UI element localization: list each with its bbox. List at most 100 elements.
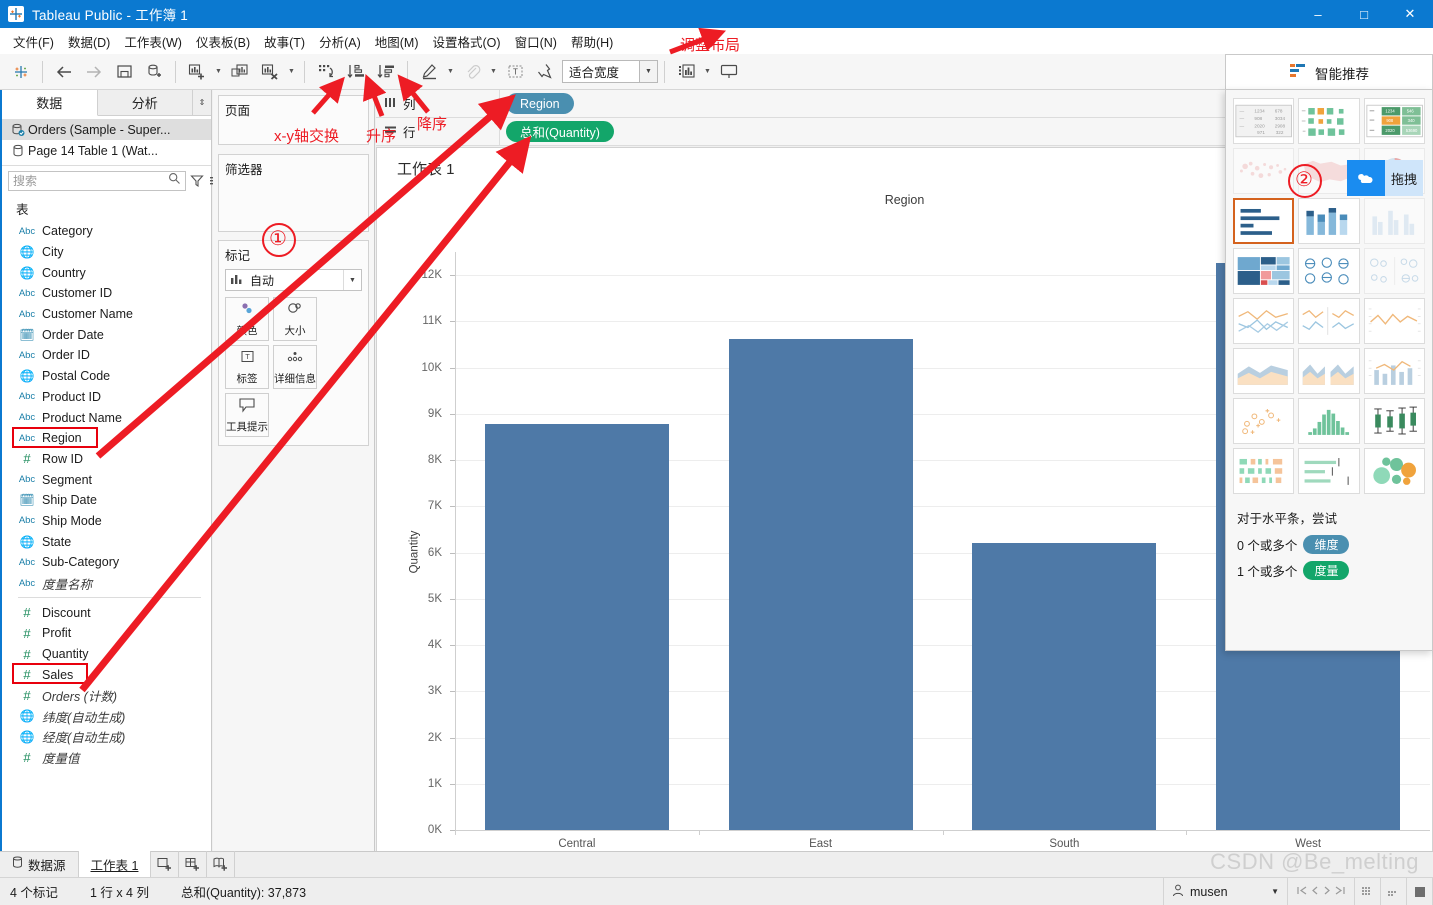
filter-funnel-icon[interactable] [190, 171, 204, 191]
fix-axes-icon[interactable] [530, 57, 560, 87]
show-me-side-by-side-bars[interactable] [1363, 198, 1425, 244]
save-icon[interactable] [109, 57, 139, 87]
sort-ascending-icon[interactable] [341, 57, 371, 87]
field-profit[interactable]: # Profit [2, 623, 211, 644]
marks-color-button[interactable]: 颜色 [225, 297, 269, 341]
menu-analysis[interactable]: 分析(A) [312, 29, 368, 54]
show-me-lines-continuous[interactable] [1233, 298, 1295, 344]
field-order-date[interactable]: 🗓 Order Date [2, 324, 211, 345]
field-longitude[interactable]: 🌐 经度(自动生成) [2, 727, 211, 748]
attach-dropdown-icon[interactable]: ▼ [487, 57, 500, 87]
new-worksheet-dropdown-icon[interactable]: ▼ [212, 57, 225, 87]
filters-drop-zone[interactable] [219, 181, 368, 211]
show-me-text-table[interactable]: — 1234 678 — 908 3034 — 2020 2908 971 322 [1233, 98, 1295, 144]
minimize-button[interactable]: – [1295, 0, 1341, 28]
add-data-source-icon[interactable] [139, 57, 169, 87]
show-cards-icon[interactable] [671, 57, 701, 87]
show-me-treemap[interactable] [1233, 248, 1295, 294]
datasource-orders[interactable]: Orders (Sample - Super... [2, 119, 211, 140]
maximize-button[interactable]: □ [1341, 0, 1387, 28]
field-segment[interactable]: Abc Segment [2, 469, 211, 490]
show-me-bullet-graph[interactable] [1298, 448, 1360, 494]
nav-last-icon[interactable] [1334, 883, 1346, 901]
menu-data[interactable]: 数据(D) [61, 29, 117, 54]
pane-collapse-icon[interactable]: ⇕ [193, 90, 211, 115]
marks-label-button[interactable]: T 标签 [225, 345, 269, 389]
field-region[interactable]: Abc Region [2, 426, 211, 449]
show-me-packed-bubbles[interactable] [1363, 448, 1425, 494]
show-me-stacked-bars[interactable] [1298, 198, 1360, 244]
marks-detail-button[interactable]: 详细信息 [273, 345, 317, 389]
tab-worksheet-1[interactable]: 工作表 1 [78, 851, 152, 877]
menu-story[interactable]: 故事(T) [257, 29, 312, 54]
show-me-dual-lines[interactable] [1363, 298, 1425, 344]
field-country[interactable]: 🌐 Country [2, 262, 211, 283]
resize-grip-icon[interactable] [1407, 877, 1433, 905]
field-measure-names[interactable]: Abc 度量名称 [2, 573, 211, 594]
fit-dropdown-caret-icon[interactable]: ▼ [640, 60, 658, 83]
show-me-heat-map[interactable] [1298, 98, 1360, 144]
status-nav-controls[interactable] [1288, 877, 1355, 905]
close-button[interactable]: ✕ [1387, 0, 1433, 28]
show-me-tab[interactable]: 智能推荐 [1225, 54, 1433, 90]
clear-sheet-dropdown-icon[interactable]: ▼ [285, 57, 298, 87]
new-worksheet-icon[interactable] [182, 57, 212, 87]
menu-map[interactable]: 地图(M) [368, 29, 426, 54]
menu-worksheet[interactable]: 工作表(W) [117, 29, 189, 54]
highlight-icon[interactable] [414, 57, 444, 87]
show-me-gantt[interactable] [1233, 448, 1295, 494]
nav-prev-icon[interactable] [1310, 883, 1320, 901]
field-latitude[interactable]: 🌐 纬度(自动生成) [2, 706, 211, 727]
show-me-symbol-map[interactable] [1233, 148, 1295, 194]
marks-type-dropdown[interactable]: 自动 ▼ [225, 269, 362, 291]
bar-south[interactable] [972, 542, 1157, 830]
highlight-dropdown-icon[interactable]: ▼ [444, 57, 457, 87]
fit-dropdown[interactable]: 适合宽度 [562, 60, 640, 83]
search-input[interactable] [13, 174, 168, 188]
menu-dashboard[interactable]: 仪表板(B) [189, 29, 257, 54]
menu-format[interactable]: 设置格式(O) [426, 29, 508, 54]
pages-drop-zone[interactable] [219, 122, 368, 152]
presentation-mode-icon[interactable] [714, 57, 744, 87]
field-measure-values[interactable]: # 度量值 [2, 747, 211, 768]
bar-east[interactable] [728, 339, 913, 830]
show-cards-dropdown-icon[interactable]: ▼ [701, 57, 714, 87]
field-customer-id[interactable]: Abc Customer ID [2, 283, 211, 304]
swap-axes-icon[interactable] [311, 57, 341, 87]
new-dashboard-button[interactable] [179, 851, 208, 877]
field-state[interactable]: 🌐 State [2, 531, 211, 552]
show-me-scatter-plot[interactable] [1233, 398, 1295, 444]
status-user[interactable]: musen ▼ [1163, 877, 1288, 905]
tableau-home-icon[interactable] [6, 57, 36, 87]
show-me-histogram[interactable] [1298, 398, 1360, 444]
show-me-area-discrete[interactable] [1298, 348, 1360, 394]
menu-help[interactable]: 帮助(H) [564, 29, 620, 54]
field-product-name[interactable]: Abc Product Name [2, 407, 211, 428]
field-ship-mode[interactable]: Abc Ship Mode [2, 511, 211, 532]
tab-analytics[interactable]: 分析 [97, 90, 193, 115]
search-input-wrap[interactable] [8, 171, 186, 191]
show-me-side-by-side-circles[interactable] [1363, 248, 1425, 294]
menu-file[interactable]: 文件(F) [6, 29, 61, 54]
show-filmstrip-button[interactable] [1355, 877, 1381, 905]
marks-tooltip-button[interactable]: 工具提示 [225, 393, 269, 437]
new-story-button[interactable] [207, 851, 236, 877]
back-arrow-icon[interactable] [49, 57, 79, 87]
pages-card[interactable]: 页面 [218, 95, 369, 145]
show-me-highlight-table[interactable]: 1234 546 908 340 2020 53690 [1363, 98, 1425, 144]
show-me-dual-combination[interactable] [1363, 348, 1425, 394]
show-sheet-sorter-button[interactable] [1381, 877, 1407, 905]
user-dropdown-icon[interactable]: ▼ [1271, 887, 1279, 896]
pill-sum-quantity[interactable]: 总和(Quantity) [506, 121, 614, 142]
field-row-id[interactable]: # Row ID [2, 449, 211, 470]
forward-arrow-icon[interactable] [79, 57, 109, 87]
field-discount[interactable]: # Discount [2, 602, 211, 623]
filters-card[interactable]: 筛选器 [218, 154, 369, 232]
pill-region[interactable]: Region [506, 93, 574, 114]
show-me-circle-views[interactable] [1298, 248, 1360, 294]
nav-first-icon[interactable] [1296, 883, 1308, 901]
menu-window[interactable]: 窗口(N) [508, 29, 564, 54]
attach-icon[interactable] [457, 57, 487, 87]
field-orders-count[interactable]: # Orders (计数) [2, 685, 211, 706]
text-label-icon[interactable]: T [500, 57, 530, 87]
